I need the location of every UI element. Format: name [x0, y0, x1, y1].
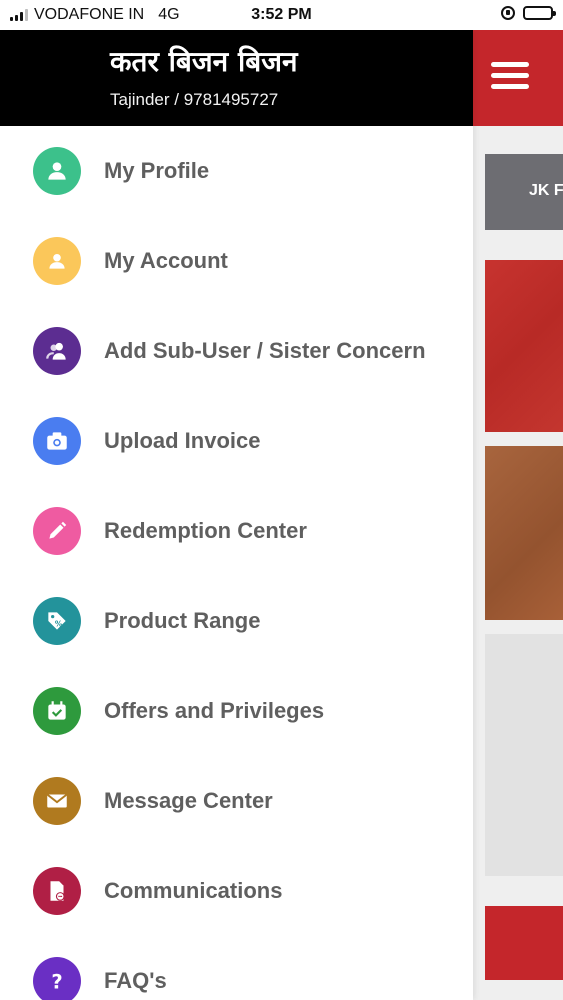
document-icon — [33, 867, 81, 915]
menu-item-my-profile[interactable]: My Profile — [0, 126, 473, 216]
svg-text:?: ? — [51, 971, 62, 994]
menu-item-my-account[interactable]: My Account — [0, 216, 473, 306]
banner-text: JK F — [529, 182, 563, 199]
promo-strip[interactable] — [485, 906, 563, 980]
calendar-check-icon — [33, 687, 81, 735]
menu-item-label: My Account — [104, 248, 228, 273]
users-icon — [33, 327, 81, 375]
app-header — [473, 30, 563, 126]
menu-item-offers-and-privileges[interactable]: Offers and Privileges — [0, 666, 473, 756]
menu-item-label: Upload Invoice — [104, 428, 261, 453]
menu-item-message-center[interactable]: Message Center — [0, 756, 473, 846]
envelope-icon — [33, 777, 81, 825]
promo-image[interactable] — [485, 446, 563, 620]
camera-icon — [33, 417, 81, 465]
drawer-menu: My Profile My Account Add Sub-User / Sis… — [0, 126, 473, 1000]
status-bar: VODAFONE IN 4G 3:52 PM — [0, 0, 563, 30]
tag-icon: % — [33, 597, 81, 645]
orientation-lock-icon — [501, 6, 515, 20]
menu-item-add-sub-user[interactable]: Add Sub-User / Sister Concern — [0, 306, 473, 396]
promo-image[interactable] — [485, 260, 563, 432]
menu-item-communications[interactable]: Communications — [0, 846, 473, 936]
menu-item-product-range[interactable]: % Product Range — [0, 576, 473, 666]
menu-item-faqs[interactable]: ? FAQ's — [0, 936, 473, 1000]
menu-item-redemption-center[interactable]: Redemption Center — [0, 486, 473, 576]
navigation-drawer: कतर बिजन बिजन Tajinder / 9781495727 My P… — [0, 30, 473, 1000]
battery-icon — [523, 6, 556, 20]
account-icon — [33, 237, 81, 285]
menu-item-label: Redemption Center — [104, 518, 307, 543]
svg-text:%: % — [55, 619, 63, 628]
user-name: कतर बिजन बिजन — [110, 45, 298, 78]
menu-item-label: FAQ's — [104, 968, 167, 993]
menu-item-label: Offers and Privileges — [104, 698, 325, 723]
status-icons — [501, 6, 556, 20]
banner[interactable]: JK F — [485, 154, 563, 230]
menu-item-label: Product Range — [104, 608, 261, 633]
hamburger-menu-icon[interactable] — [491, 62, 531, 92]
menu-item-label: My Profile — [104, 158, 210, 183]
user-icon — [33, 147, 81, 195]
drawer-header: कतर बिजन बिजन Tajinder / 9781495727 — [0, 30, 473, 126]
content-card[interactable] — [485, 634, 563, 876]
menu-item-label: Communications — [104, 878, 283, 903]
user-details: Tajinder / 9781495727 — [110, 90, 279, 109]
menu-item-label: Message Center — [104, 788, 273, 813]
question-icon: ? — [33, 957, 81, 1000]
background-app: JK F — [473, 30, 563, 1000]
menu-item-upload-invoice[interactable]: Upload Invoice — [0, 396, 473, 486]
pencil-icon — [33, 507, 81, 555]
menu-item-label: Add Sub-User / Sister Concern — [104, 338, 426, 363]
status-time: 3:52 PM — [251, 6, 312, 23]
